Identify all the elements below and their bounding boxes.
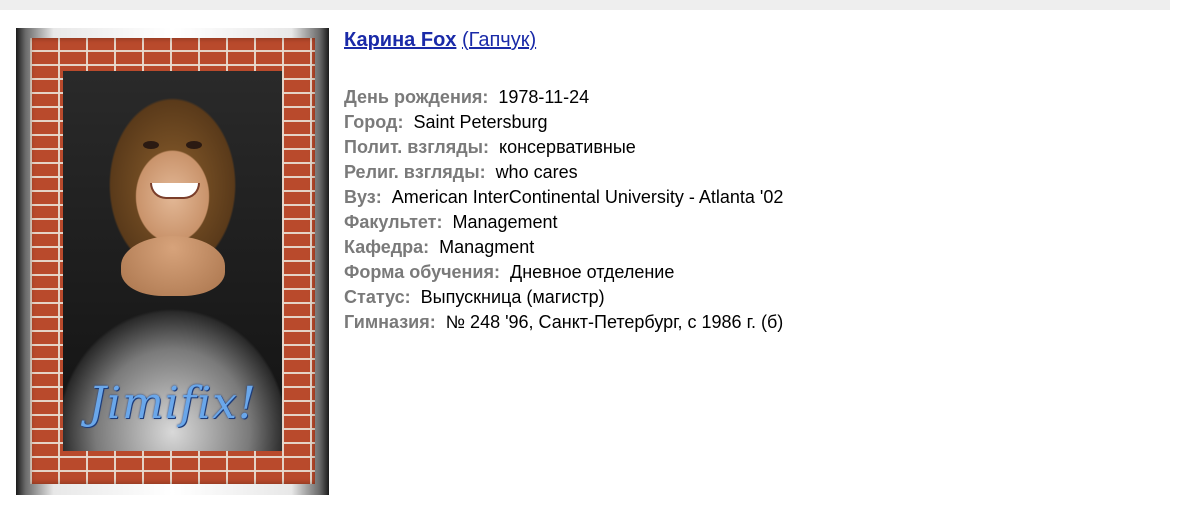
field-label: День рождения: — [344, 87, 489, 107]
field-row-city: Город: Saint Petersburg — [344, 110, 1164, 135]
photo-image: Jimifix! — [63, 71, 282, 451]
field-value: Выпускница (магистр) — [420, 287, 605, 307]
field-row-school: Гимназия: № 248 '96, Санкт-Петербург, с 1… — [344, 310, 1164, 335]
field-row-religious-views: Религ. взгляды: who cares — [344, 160, 1164, 185]
field-label: Гимназия: — [344, 312, 436, 332]
photo-watermark: Jimifix! — [88, 378, 257, 429]
field-row-study-form: Форма обучения: Дневное отделение — [344, 260, 1164, 285]
field-label: Статус: — [344, 287, 411, 307]
field-label: Религ. взгляды: — [344, 162, 486, 182]
field-value: American InterContinental University - A… — [391, 187, 784, 207]
field-row-faculty: Факультет: Management — [344, 210, 1164, 235]
field-value: Saint Petersburg — [413, 112, 548, 132]
photo-frame: Jimifix! — [30, 38, 315, 484]
field-row-status: Статус: Выпускница (магистр) — [344, 285, 1164, 310]
profile-name-line: Карина Fox (Гапчук) — [344, 28, 1164, 52]
profile-fields: День рождения: 1978-11-24 Город: Saint Pet… — [344, 85, 1164, 335]
field-value: Managment — [439, 237, 535, 257]
field-row-department: Кафедра: Managment — [344, 235, 1164, 260]
profile-info: Карина Fox (Гапчук) День рождения: 1978-1… — [344, 28, 1164, 335]
field-value: Management — [452, 212, 558, 232]
profile-name-link[interactable]: Карина Fox — [344, 29, 456, 51]
field-row-birthday: День рождения: 1978-11-24 — [344, 85, 1164, 110]
field-value: Дневное отделение — [510, 262, 675, 282]
field-label: Кафедра: — [344, 237, 430, 257]
field-row-university: Вуз: American InterContinental University… — [344, 185, 1164, 210]
field-label: Полит. взгляды: — [344, 137, 490, 157]
field-value: № 248 '96, Санкт-Петербург, с 1986 г. (б… — [445, 312, 784, 332]
field-label: Факультет: — [344, 212, 443, 232]
field-value: консервативные — [499, 137, 636, 157]
field-value: 1978-11-24 — [498, 87, 590, 107]
field-value: who cares — [495, 162, 578, 182]
field-label: Город: — [344, 112, 404, 132]
field-row-political-views: Полит. взгляды: консервативные — [344, 135, 1164, 160]
maiden-name-link[interactable]: (Гапчук) — [462, 29, 536, 51]
profile-photo[interactable]: Jimifix! — [16, 28, 329, 495]
field-label: Форма обучения: — [344, 262, 500, 282]
top-bar — [0, 0, 1170, 10]
field-label: Вуз: — [344, 187, 382, 207]
